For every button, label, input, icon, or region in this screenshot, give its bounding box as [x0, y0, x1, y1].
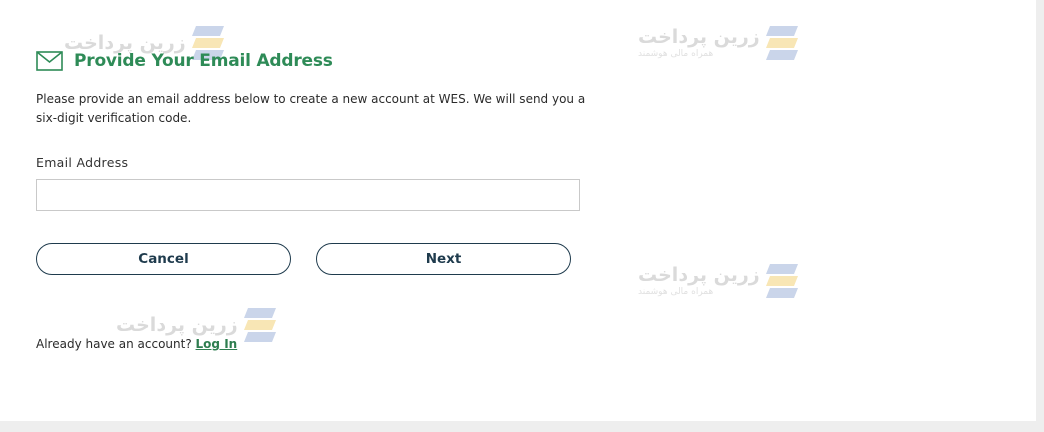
watermark-top-right: زرین پرداخت همراه مالی هوشمند [638, 24, 802, 62]
watermark-title: زرین پرداخت [638, 264, 760, 286]
email-label: Email Address [36, 155, 129, 170]
watermark-title: زرین پرداخت [638, 26, 760, 48]
watermark-subtitle: همراه مالی هوشمند [638, 287, 714, 297]
form-heading: Provide Your Email Address [36, 51, 333, 71]
login-prompt-line: Already have an account? Log In [36, 337, 237, 351]
zarinpal-logo-icon [765, 26, 798, 60]
zarinpal-logo-icon [243, 308, 276, 342]
login-link[interactable]: Log In [196, 337, 238, 351]
watermark-title: زرین پرداخت [116, 314, 238, 336]
envelope-icon [36, 51, 63, 71]
intro-text: Please provide an email address below to… [36, 92, 586, 125]
cancel-button[interactable]: Cancel [36, 243, 291, 275]
main-panel: زرین پرداخت زرین پرداخت همراه مالی هوشمن… [0, 0, 1036, 421]
email-field[interactable] [36, 179, 580, 211]
page-title: Provide Your Email Address [74, 51, 333, 71]
watermark-subtitle: همراه مالی هوشمند [638, 49, 714, 59]
next-button[interactable]: Next [316, 243, 571, 275]
zarinpal-logo-icon [765, 264, 798, 298]
login-prompt: Already have an account? [36, 337, 192, 351]
watermark-middle-right: زرین پرداخت همراه مالی هوشمند [638, 262, 802, 300]
